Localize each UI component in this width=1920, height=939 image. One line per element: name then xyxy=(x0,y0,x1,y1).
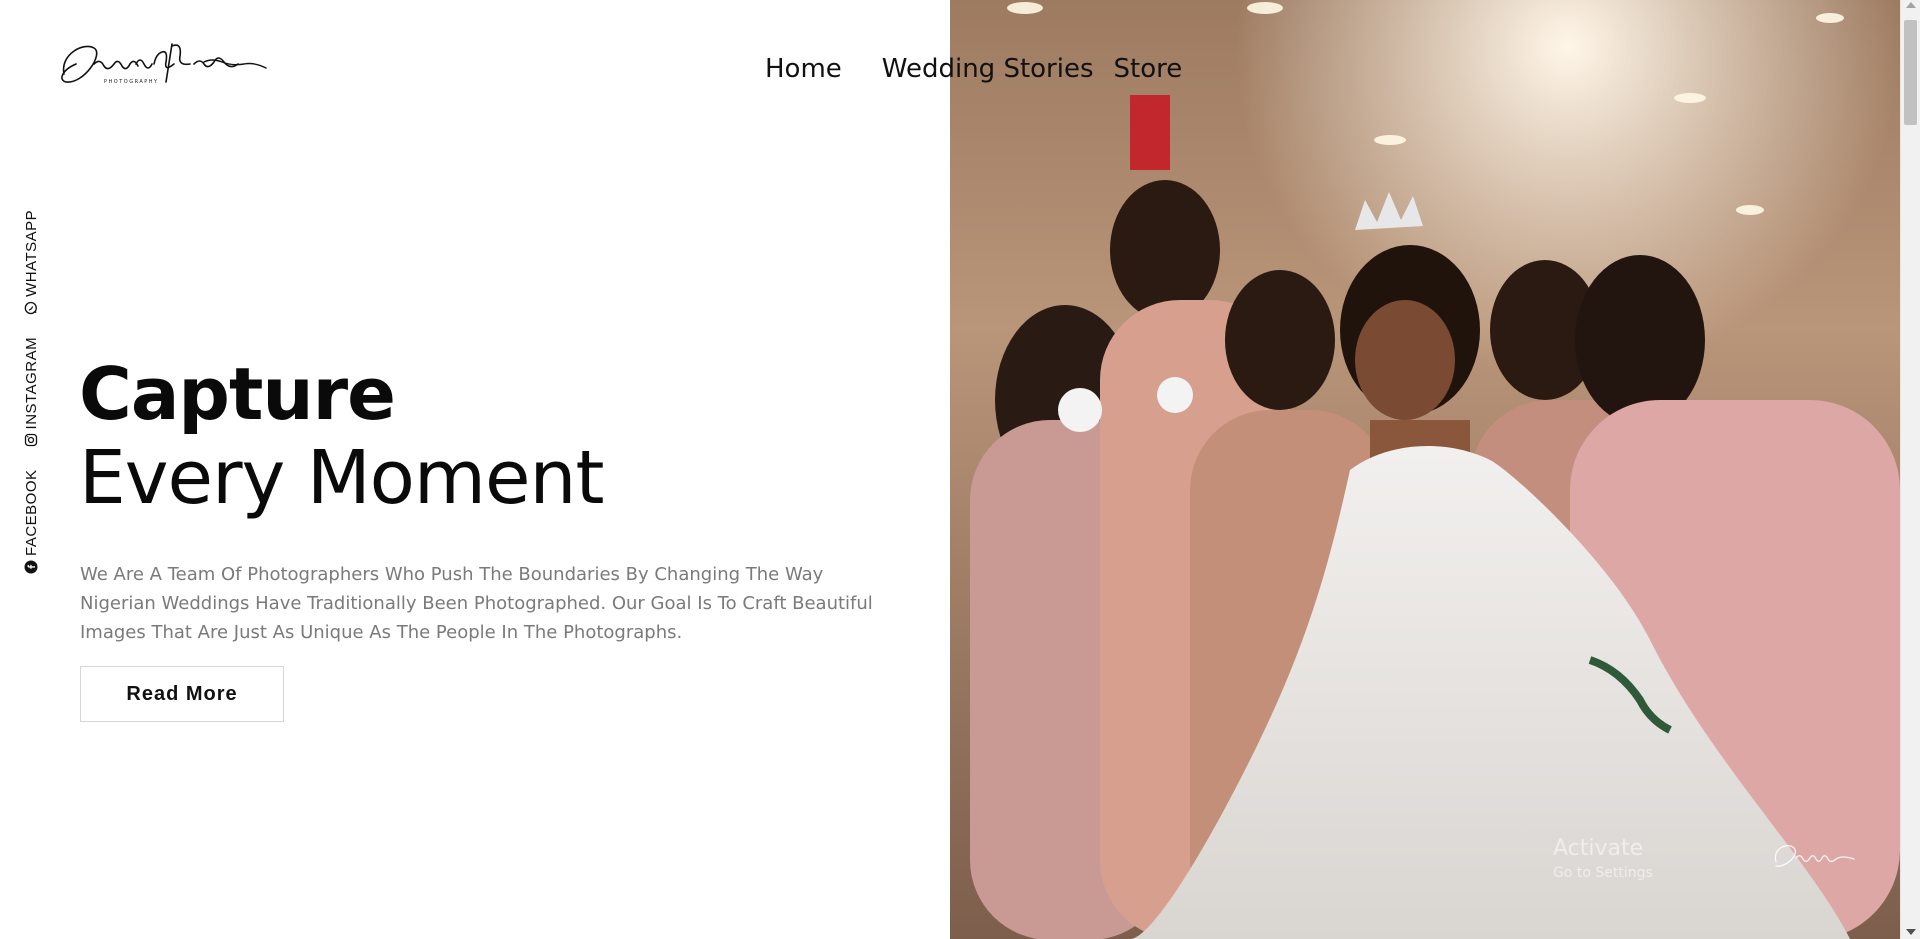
scrollbar-thumb[interactable] xyxy=(1904,20,1917,125)
social-facebook[interactable]: FACEBOOK xyxy=(23,469,40,574)
scroll-up-arrow-icon[interactable] xyxy=(1906,2,1916,8)
scroll-down-arrow-icon[interactable] xyxy=(1906,929,1916,935)
logo-subtitle: PHOTOGRAPHY xyxy=(104,79,159,85)
social-instagram-label: INSTAGRAM xyxy=(22,336,40,430)
social-facebook-label: FACEBOOK xyxy=(22,469,40,556)
hero-title-line2: Every Moment xyxy=(79,435,604,521)
social-links: FACEBOOK INSTAGRAM WHATSAPP xyxy=(20,210,42,574)
photo-signature-watermark xyxy=(1768,836,1864,876)
brand-logo[interactable]: PHOTOGRAPHY xyxy=(54,34,276,94)
social-instagram[interactable]: INSTAGRAM xyxy=(23,337,40,448)
activate-title: Activate xyxy=(1553,836,1644,861)
nav-home[interactable]: Home xyxy=(765,54,842,84)
nav-store[interactable]: Store xyxy=(1114,54,1183,84)
facebook-icon xyxy=(24,560,38,574)
activate-subtitle: Go to Settings xyxy=(1553,865,1653,881)
nav-wedding-stories[interactable]: Wedding Stories xyxy=(882,54,1094,84)
whatsapp-icon xyxy=(24,301,38,315)
hero-description: We Are A Team Of Photographers Who Push … xyxy=(80,564,873,643)
social-whatsapp[interactable]: WHATSAPP xyxy=(23,210,40,315)
activate-watermark: Activate Go to Settings xyxy=(1553,836,1653,881)
hero-title-line1: Capture xyxy=(79,352,396,436)
logo-signature xyxy=(61,43,267,83)
main-nav: Home Wedding Stories Store xyxy=(765,54,1182,84)
social-whatsapp-label: WHATSAPP xyxy=(22,209,40,297)
read-more-button[interactable]: Read More xyxy=(80,666,284,722)
page-scrollbar[interactable] xyxy=(1900,0,1920,939)
wedding-photo xyxy=(950,0,1900,939)
hero-image xyxy=(950,0,1900,939)
instagram-icon xyxy=(24,433,38,447)
